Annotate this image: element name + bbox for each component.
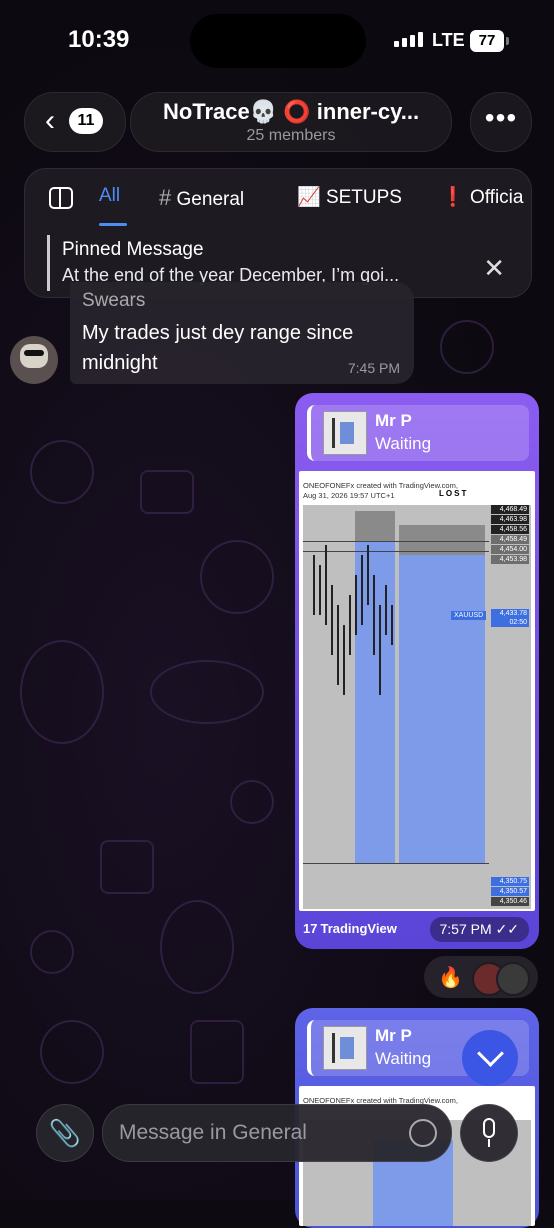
- chart-plot-area: XAUUSD 4,468.49 4,463.98 4,458.56 4,458.…: [303, 505, 531, 909]
- signal-icon: [394, 32, 423, 47]
- close-icon[interactable]: ✕: [483, 253, 505, 284]
- read-checkmarks-icon: ✓✓: [495, 921, 519, 937]
- symbol-label: XAUUSD: [451, 611, 487, 620]
- chat-title: NoTrace💀 ⭕ inner-cy...: [162, 99, 420, 124]
- reply-thumbnail: [323, 411, 367, 455]
- scroll-down-button[interactable]: [462, 1030, 518, 1086]
- clock: 10:39: [68, 26, 130, 53]
- reply-sender: Mr P: [375, 1026, 412, 1045]
- price-scale-bottom: 4,350.75 4,350.57 4,350.46: [491, 877, 529, 909]
- stop-zone: [355, 511, 395, 541]
- reply-sender: Mr P: [375, 411, 412, 430]
- sidebar-toggle-icon[interactable]: [49, 187, 73, 209]
- message-input[interactable]: Message in General: [102, 1104, 452, 1162]
- chevron-left-icon: ‹: [45, 104, 55, 137]
- message-time: 7:57 PM ✓✓: [429, 917, 529, 942]
- reply-thumbnail: [323, 1026, 367, 1070]
- network-type: LTE: [432, 30, 465, 50]
- exclamation-icon: ❗: [441, 187, 465, 208]
- reactions-bar[interactable]: 🔥: [424, 956, 538, 998]
- tab-official[interactable]: ❗ Officia: [441, 185, 523, 209]
- topic-tabs: All # General 📈 SETUPS ❗ Officia: [25, 169, 531, 229]
- sticker-icon[interactable]: [409, 1119, 437, 1147]
- avatar[interactable]: [10, 336, 58, 384]
- chart-caption: ONEOFONEFx created with TradingView.com,…: [303, 481, 458, 500]
- incoming-message[interactable]: Swears My trades just dey range since mi…: [70, 282, 414, 384]
- price-scale-top: 4,468.49 4,463.98 4,458.56 4,458.49 4,45…: [491, 505, 529, 565]
- attach-button[interactable]: 📎: [36, 1104, 94, 1162]
- price-line: [303, 863, 489, 864]
- tradingview-logo: 17 TradingView: [303, 921, 397, 936]
- member-count: 25 members: [246, 127, 336, 144]
- hash-icon: #: [159, 185, 172, 210]
- fire-reaction-icon[interactable]: 🔥: [438, 965, 463, 990]
- lost-label: LOST: [439, 489, 469, 498]
- tab-setups[interactable]: 📈 SETUPS: [297, 185, 402, 209]
- status-bar: 10:39 LTE 77: [0, 0, 554, 84]
- message-placeholder: Message in General: [119, 1121, 307, 1144]
- unread-count-badge: 11: [69, 108, 103, 134]
- message-footer: 17 TradingView 7:57 PM ✓✓: [295, 911, 539, 949]
- dynamic-island: [190, 14, 366, 68]
- pinned-title: Pinned Message: [62, 239, 204, 260]
- more-icon: •••: [484, 102, 518, 133]
- chart-screenshot[interactable]: ONEOFONEFx created with TradingView.com,…: [299, 471, 535, 911]
- more-button[interactable]: •••: [470, 92, 532, 152]
- battery-icon: 77: [470, 30, 509, 52]
- microphone-button[interactable]: [460, 1104, 518, 1162]
- message-partial-text: Swears: [82, 290, 146, 311]
- reactor-avatar: [496, 962, 530, 996]
- paperclip-icon: 📎: [48, 1118, 82, 1148]
- tab-all[interactable]: All: [99, 185, 120, 207]
- topics-panel: All # General 📈 SETUPS ❗ Officia Pinned …: [24, 168, 532, 298]
- chat-title-button[interactable]: NoTrace💀 ⭕ inner-cy... 25 members: [130, 92, 452, 152]
- message-text: My trades just dey range since midnight: [82, 322, 354, 374]
- reply-text: Waiting: [375, 1049, 432, 1068]
- candlesticks: [309, 545, 405, 705]
- current-price-tag: 4,433.78 02:50: [491, 609, 529, 629]
- chart-icon: 📈: [297, 187, 321, 208]
- outgoing-message[interactable]: Mr P Waiting ONEOFONEFx created with Tra…: [295, 393, 539, 949]
- reply-quote[interactable]: Mr P Waiting: [307, 405, 529, 461]
- target-zone: [399, 555, 485, 863]
- price-line: [303, 541, 489, 542]
- message-time: 7:45 PM: [347, 360, 400, 376]
- tab-general[interactable]: # General: [159, 185, 244, 211]
- reply-text: Waiting: [375, 434, 432, 453]
- back-button[interactable]: ‹ 11: [24, 92, 126, 152]
- active-tab-indicator: [99, 223, 127, 226]
